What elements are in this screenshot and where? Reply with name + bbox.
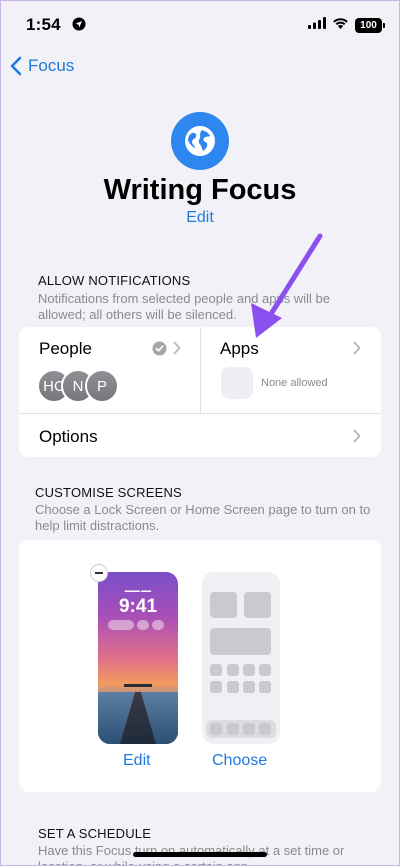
lock-screen-time: 9:41 (118, 596, 158, 617)
edit-focus-link[interactable]: Edit (0, 209, 400, 227)
lock-screen-date: ▬▬▬ ▬▬ (124, 588, 152, 594)
home-indicator[interactable] (133, 852, 267, 857)
options-row[interactable]: Options (19, 413, 381, 457)
app-placeholder-icon (221, 367, 253, 399)
remove-lock-screen-button[interactable] (90, 564, 108, 582)
chevron-left-icon (10, 56, 22, 76)
chevron-right-icon (353, 429, 361, 448)
chevron-right-icon (173, 341, 181, 360)
lock-screen-widgets (108, 620, 170, 632)
chevron-right-icon (353, 341, 361, 360)
lock-screen-edit-link[interactable]: Edit (123, 752, 151, 770)
pier-image (98, 684, 178, 744)
avatar: P (85, 369, 119, 403)
back-button[interactable]: Focus (10, 56, 74, 76)
verified-badge-icon (152, 341, 167, 361)
apps-cell[interactable]: Apps None allowed (201, 327, 381, 413)
home-screen-preview[interactable] (202, 572, 280, 744)
status-time: 1:54 (26, 15, 61, 34)
options-label: Options (39, 427, 98, 446)
location-icon (72, 17, 86, 36)
screens-card (19, 540, 381, 792)
schedule-header: SET A SCHEDULE (38, 826, 152, 841)
focus-title: Writing Focus (103, 174, 297, 206)
allow-notifications-description: Notifications from selected people and a… (38, 291, 330, 322)
lock-screen-preview[interactable]: ▬▬▬ ▬▬ 9:41 (98, 572, 178, 744)
notifications-card: People HC N P Apps None allowed Options (19, 327, 381, 457)
battery-icon: 100 (355, 17, 385, 33)
home-screen-choose-link[interactable]: Choose (212, 752, 267, 770)
wifi-icon (332, 16, 349, 34)
customise-screens-header: CUSTOMISE SCREENS (35, 485, 182, 500)
customise-screens-description: Choose a Lock Screen or Home Screen page… (35, 502, 371, 533)
people-cell[interactable]: People HC N P (19, 327, 201, 413)
cellular-signal-icon (308, 16, 326, 34)
people-label: People (39, 339, 92, 358)
apps-status: None allowed (261, 377, 328, 389)
apps-label: Apps (220, 339, 259, 358)
allow-notifications-header: ALLOW NOTIFICATIONS (38, 273, 191, 288)
back-label: Focus (28, 56, 75, 75)
status-bar: 1:54 100 (0, 0, 400, 46)
globe-icon (171, 112, 229, 170)
